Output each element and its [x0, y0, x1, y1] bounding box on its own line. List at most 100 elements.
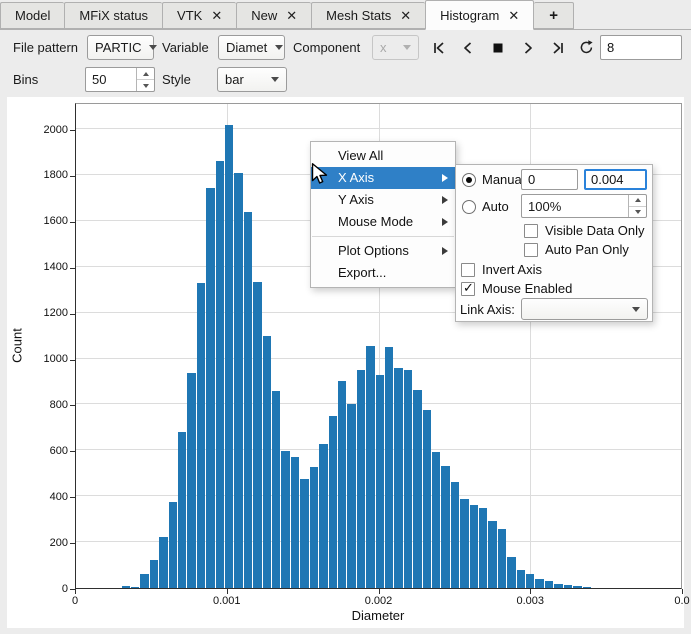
menu-item-label: X Axis	[338, 170, 374, 185]
spin-down-icon[interactable]	[143, 84, 149, 88]
component-label: Component	[293, 35, 360, 60]
refresh-button[interactable]	[573, 34, 600, 61]
histogram-bar	[169, 502, 177, 588]
spin-up-icon[interactable]	[635, 198, 641, 202]
auto-percent-value: 100%	[528, 199, 561, 214]
tab-new[interactable]: New✕	[236, 2, 311, 29]
histogram-bar	[253, 282, 261, 588]
menu-item-label: Export...	[338, 265, 386, 280]
histogram-bar	[197, 283, 205, 588]
x-tick-mark	[379, 589, 380, 594]
stop-button[interactable]	[484, 34, 511, 61]
close-tab-icon[interactable]: ✕	[400, 9, 411, 22]
tab-label: Mesh Stats	[326, 8, 391, 23]
histogram-bar	[404, 370, 412, 588]
close-tab-icon[interactable]: ✕	[508, 9, 519, 22]
variable-label: Variable	[162, 35, 209, 60]
histogram-bar	[423, 410, 431, 588]
histogram-bar	[347, 404, 355, 588]
tab-label: MFiX status	[79, 8, 148, 23]
step-forward-icon	[520, 40, 536, 56]
chevron-down-icon	[275, 45, 283, 50]
close-tab-icon[interactable]: ✕	[286, 9, 297, 22]
y-tick-label: 0	[26, 583, 68, 595]
histogram-bar	[272, 391, 280, 588]
menu-item-export[interactable]: Export...	[311, 262, 455, 284]
variable-select[interactable]: Diamet	[218, 35, 285, 60]
new-tab-button[interactable]: +	[534, 2, 574, 29]
histogram-bar	[451, 482, 459, 588]
file-pattern-value: PARTIC	[95, 40, 141, 55]
skip-to-start-button[interactable]	[425, 34, 452, 61]
chevron-down-icon	[149, 45, 157, 50]
step-forward-button[interactable]	[514, 34, 541, 61]
y-tick-label: 600	[26, 445, 68, 457]
y-tick-mark	[70, 222, 75, 223]
histogram-bar	[394, 368, 402, 589]
histogram-bar	[564, 585, 572, 588]
x-axis-max-input[interactable]	[584, 169, 647, 190]
step-back-button[interactable]	[454, 34, 481, 61]
submenu-arrow-icon	[442, 196, 448, 204]
histogram-bar	[216, 161, 224, 588]
auto-radio[interactable]	[462, 200, 476, 214]
link-axis-select[interactable]	[521, 298, 648, 320]
menu-item-view-all[interactable]: View All	[311, 145, 455, 167]
auto-percent-spinbox[interactable]: 100%	[521, 194, 647, 218]
histogram-bar	[150, 560, 158, 588]
tab-mesh-stats[interactable]: Mesh Stats ✕	[311, 2, 425, 29]
menu-item-mouse-mode[interactable]: Mouse Mode	[311, 211, 455, 233]
x-axis-min-input[interactable]	[521, 169, 578, 190]
tab-mfix-status[interactable]: MFiX status	[64, 2, 162, 29]
histogram-bar	[441, 466, 449, 588]
histogram-bar	[460, 499, 468, 588]
tab-bar: ModelMFiX statusVTK✕New✕Mesh Stats✕Histo…	[0, 0, 691, 30]
step-back-icon	[460, 40, 476, 56]
tab-histogram[interactable]: Histogram✕	[425, 0, 534, 30]
bins-spinbox[interactable]: 50	[85, 67, 155, 92]
x-axis-submenu-panel: Manual Auto 100% Visible Data Only Auto …	[455, 164, 653, 322]
submenu-arrow-icon	[442, 247, 448, 255]
histogram-bar	[319, 444, 327, 588]
histogram-bar	[310, 467, 318, 588]
chevron-down-icon	[403, 45, 411, 50]
bins-label: Bins	[13, 67, 38, 92]
frame-number-input[interactable]	[600, 35, 682, 60]
histogram-bar	[329, 416, 337, 588]
close-tab-icon[interactable]: ✕	[211, 9, 222, 22]
auto-pan-only-checkbox[interactable]	[524, 243, 538, 257]
histogram-bar	[357, 370, 365, 588]
x-tick-label: 0.0	[662, 595, 691, 607]
tab-vtk[interactable]: VTK✕	[162, 2, 236, 29]
spin-up-icon[interactable]	[143, 72, 149, 76]
visible-data-only-checkbox[interactable]	[524, 224, 538, 238]
file-pattern-select[interactable]: PARTIC	[87, 35, 154, 60]
style-select[interactable]: bar	[217, 67, 287, 92]
skip-to-end-button[interactable]	[544, 34, 571, 61]
histogram-bar	[517, 570, 525, 588]
tab-model[interactable]: Model	[0, 2, 64, 29]
spinner-buttons[interactable]	[628, 195, 646, 217]
spinner-buttons[interactable]	[136, 68, 154, 91]
manual-radio[interactable]	[462, 173, 476, 187]
spin-down-icon[interactable]	[635, 210, 641, 214]
y-tick-mark	[70, 497, 75, 498]
menu-item-plot-options[interactable]: Plot Options	[311, 240, 455, 262]
invert-axis-checkbox[interactable]	[461, 263, 475, 277]
menu-item-y-axis[interactable]: Y Axis	[311, 189, 455, 211]
histogram-bar	[583, 587, 591, 588]
variable-value: Diamet	[226, 40, 267, 55]
y-tick-mark	[70, 314, 75, 315]
histogram-bar	[244, 212, 252, 588]
style-label: Style	[162, 67, 191, 92]
menu-item-x-axis[interactable]: X Axis	[311, 167, 455, 189]
bins-value: 50	[92, 72, 106, 87]
y-tick-label: 2000	[26, 124, 68, 136]
histogram-bar	[187, 373, 195, 588]
mouse-enabled-checkbox[interactable]	[461, 282, 475, 296]
tab-label: Model	[15, 8, 50, 23]
x-tick-label: 0	[55, 595, 95, 607]
histogram-bar	[366, 346, 374, 588]
link-axis-label: Link Axis:	[460, 300, 515, 320]
style-value: bar	[225, 72, 244, 87]
